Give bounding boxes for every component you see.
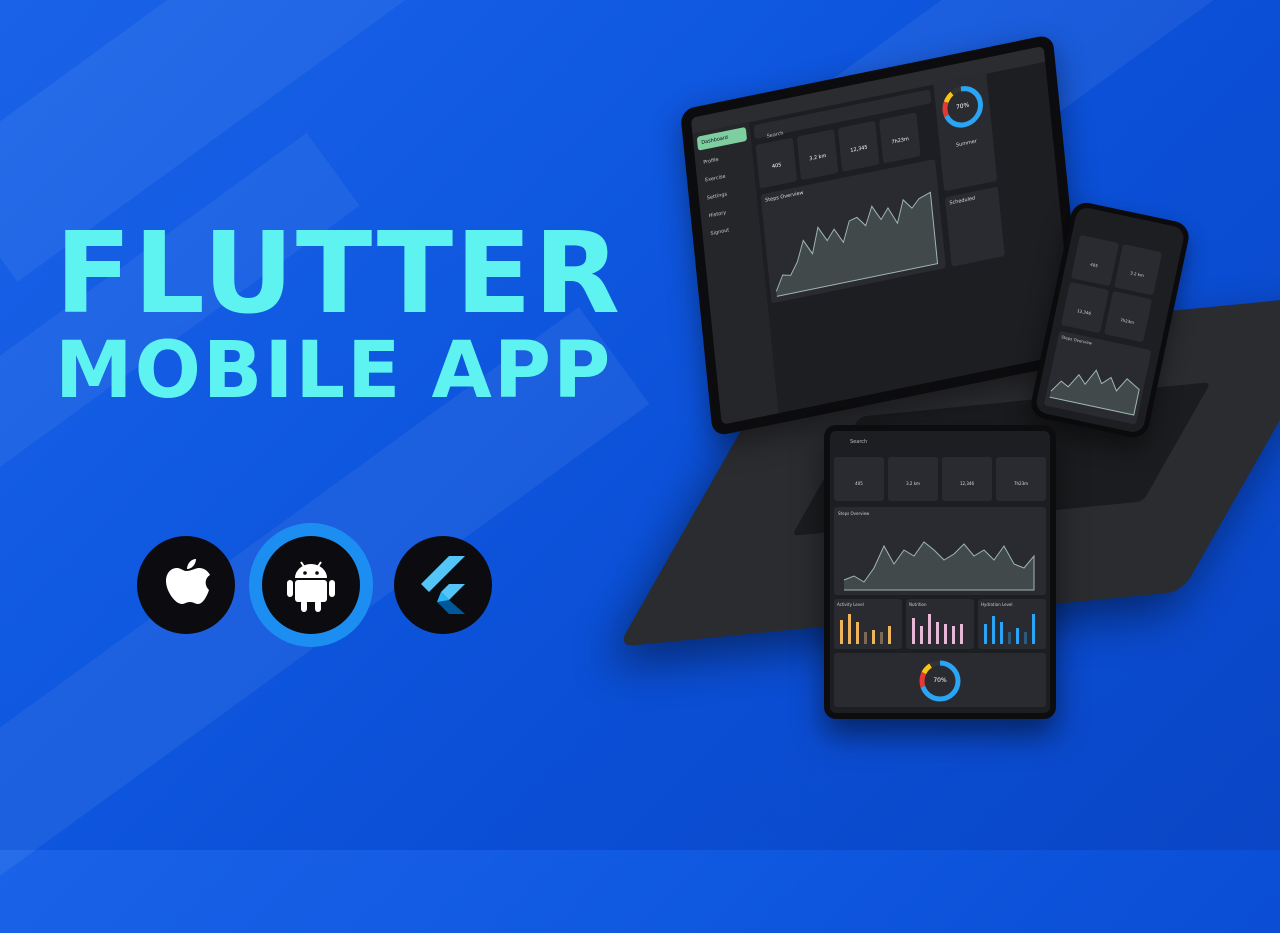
tablet-line-chart: [843, 541, 1035, 591]
phone-chart-card: Steps Overview: [1043, 330, 1152, 425]
hydration-level-card: Hydration Level: [978, 599, 1046, 649]
panel-title: Activity Level: [837, 602, 864, 607]
flutter-icon: [394, 536, 492, 634]
ring-value: 70%: [933, 677, 947, 684]
phone-stat-card: 405: [1070, 234, 1120, 287]
tablet-chart-card: Steps Overview: [834, 507, 1046, 595]
android-icon: [262, 536, 360, 634]
tablet-stat-card: 3.2 km: [888, 457, 938, 501]
summary-card: 70% Summer: [933, 71, 998, 192]
tablet-mockup: Search 405 3.2 km 12,346 7h23m Steps Ove…: [824, 425, 1056, 719]
tablet-stat-card: 405: [834, 457, 884, 501]
stat-card-calories: 405: [755, 137, 798, 189]
nutrition-bar-chart: [912, 614, 963, 644]
activity-bar-chart: [840, 614, 891, 644]
nutrition-card: Nutrition: [906, 599, 974, 649]
phone-stat-card: 12,346: [1060, 281, 1110, 334]
stat-card-distance: 3.2 km: [796, 129, 839, 181]
stat-card-steps: 12,345: [837, 120, 880, 172]
phone-stat-card: 3.2 km: [1113, 244, 1163, 296]
stat-value: 7h23m: [1013, 481, 1029, 486]
tablet-stat-card: 12,346: [942, 457, 992, 501]
panel-title: Hydration Level: [981, 602, 1013, 607]
panel-title: Nutrition: [909, 602, 927, 607]
stat-value: 405: [855, 481, 863, 486]
phone-stat-card: 7h23m: [1103, 291, 1153, 343]
stat-value: 12,346: [960, 481, 974, 486]
heading-flutter: FLUTTER: [55, 209, 622, 339]
stat-value: 3.2 km: [906, 481, 920, 486]
stat-card-sleep: 7h23m: [879, 112, 921, 164]
tablet-stat-card: 7h23m: [996, 457, 1046, 501]
schedule-title: Scheduled: [949, 195, 976, 207]
tablet-summary-card: 70%: [834, 653, 1046, 707]
apple-icon: [137, 536, 235, 634]
heading-mobile-app: MOBILE APP: [55, 326, 613, 416]
tablet-search-input[interactable]: Search: [834, 435, 1046, 449]
chart-title: Steps Overview: [838, 511, 870, 516]
hydration-bar-chart: [984, 614, 1035, 644]
activity-level-card: Activity Level: [834, 599, 902, 649]
schedule-card: Scheduled: [944, 186, 1005, 267]
